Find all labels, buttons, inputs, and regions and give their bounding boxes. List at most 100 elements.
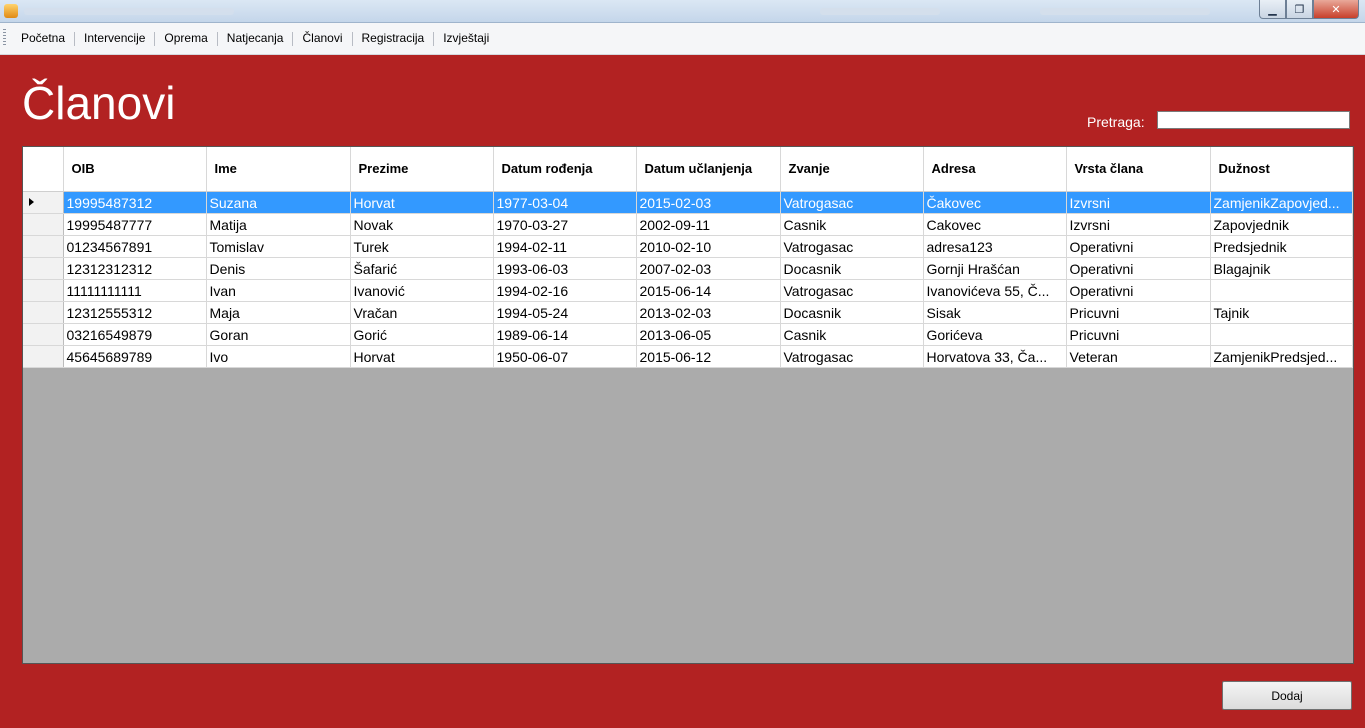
table-row[interactable]: 19995487312 Suzana Horvat 1977-03-04 2015-02… <box>23 191 1353 214</box>
table-cell[interactable]: Matija <box>206 213 351 236</box>
close-icon[interactable]: ✕ <box>1313 0 1359 19</box>
table-cell[interactable]: Izvrsni <box>1066 191 1211 214</box>
column-header-prezime[interactable]: Prezime <box>350 147 494 192</box>
menu-item-izvjestaji[interactable]: Izvještaji <box>434 23 498 54</box>
table-cell[interactable]: Izvrsni <box>1066 213 1211 236</box>
table-cell[interactable]: Suzana <box>206 191 351 214</box>
table-cell[interactable]: Pricuvni <box>1066 301 1211 324</box>
table-cell[interactable]: Horvatova 33, Ča... <box>923 345 1067 368</box>
members-grid[interactable]: OIB Ime Prezime Datum rođenja Datum učla… <box>22 146 1354 664</box>
table-cell[interactable]: adresa123 <box>923 235 1067 258</box>
table-row[interactable]: 11111111111 Ivan Ivanović 1994-02-16 2015-06… <box>23 279 1353 302</box>
column-header-adresa[interactable]: Adresa <box>923 147 1067 192</box>
table-cell[interactable] <box>1210 323 1353 346</box>
menu-item-clanovi[interactable]: Članovi <box>293 23 351 54</box>
table-cell[interactable]: Vatrogasac <box>780 191 924 214</box>
column-header-vrsta-clana[interactable]: Vrsta člana <box>1066 147 1211 192</box>
table-row[interactable]: 19995487777 Matija Novak 1970-03-27 2002-09-… <box>23 213 1353 236</box>
table-cell[interactable]: 01234567891 <box>63 235 207 258</box>
row-header-corner[interactable] <box>23 147 64 192</box>
table-cell[interactable]: Horvat <box>350 345 494 368</box>
table-cell[interactable]: Horvat <box>350 191 494 214</box>
column-header-ime[interactable]: Ime <box>206 147 351 192</box>
table-cell[interactable]: Operativni <box>1066 257 1211 280</box>
table-cell[interactable]: Čakovec <box>923 191 1067 214</box>
row-header[interactable] <box>23 257 64 280</box>
table-cell[interactable]: 2013-06-05 <box>636 323 781 346</box>
table-cell[interactable]: Operativni <box>1066 235 1211 258</box>
table-cell[interactable]: 12312555312 <box>63 301 207 324</box>
table-cell[interactable]: Vatrogasac <box>780 279 924 302</box>
row-header[interactable] <box>23 279 64 302</box>
table-cell[interactable] <box>1210 279 1353 302</box>
table-row[interactable]: 01234567891 Tomislav Turek 1994-02-11 2010-0… <box>23 235 1353 258</box>
table-cell[interactable]: Predsjednik <box>1210 235 1353 258</box>
table-cell[interactable]: Maja <box>206 301 351 324</box>
table-cell[interactable]: Novak <box>350 213 494 236</box>
table-cell[interactable]: 2010-02-10 <box>636 235 781 258</box>
table-cell[interactable]: ZamjenikPredsjed... <box>1210 345 1353 368</box>
table-cell[interactable]: 2015-06-12 <box>636 345 781 368</box>
menu-item-registracija[interactable]: Registracija <box>353 23 434 54</box>
table-cell[interactable]: Turek <box>350 235 494 258</box>
row-header[interactable] <box>23 213 64 236</box>
table-cell[interactable]: Vatrogasac <box>780 345 924 368</box>
column-header-duznost[interactable]: Dužnost <box>1210 147 1353 192</box>
table-cell[interactable]: Gornji Hrašćan <box>923 257 1067 280</box>
table-cell[interactable]: 03216549879 <box>63 323 207 346</box>
menu-item-oprema[interactable]: Oprema <box>155 23 216 54</box>
table-cell[interactable]: Denis <box>206 257 351 280</box>
table-cell[interactable]: 1994-02-11 <box>493 235 637 258</box>
table-cell[interactable]: 1993-06-03 <box>493 257 637 280</box>
minimize-icon[interactable]: ▁ <box>1259 0 1286 19</box>
table-cell[interactable]: Tajnik <box>1210 301 1353 324</box>
table-cell[interactable]: Casnik <box>780 213 924 236</box>
table-cell[interactable]: Goran <box>206 323 351 346</box>
table-cell[interactable]: 45645689789 <box>63 345 207 368</box>
table-cell[interactable]: Gorić <box>350 323 494 346</box>
table-cell[interactable]: Gorićeva <box>923 323 1067 346</box>
table-cell[interactable]: Docasnik <box>780 301 924 324</box>
table-cell[interactable]: Ivo <box>206 345 351 368</box>
table-cell[interactable]: Vatrogasac <box>780 235 924 258</box>
table-cell[interactable]: Zapovjednik <box>1210 213 1353 236</box>
table-cell[interactable]: Docasnik <box>780 257 924 280</box>
menu-item-pocetna[interactable]: Početna <box>12 23 74 54</box>
table-cell[interactable]: 2015-06-14 <box>636 279 781 302</box>
column-header-zvanje[interactable]: Zvanje <box>780 147 924 192</box>
table-cell[interactable]: ZamjenikZapovjed... <box>1210 191 1353 214</box>
search-input[interactable] <box>1157 111 1350 129</box>
add-button[interactable]: Dodaj <box>1222 681 1352 710</box>
table-cell[interactable]: Operativni <box>1066 279 1211 302</box>
table-cell[interactable]: Ivanović <box>350 279 494 302</box>
maximize-icon[interactable]: ❐ <box>1286 0 1313 19</box>
row-header[interactable] <box>23 191 64 214</box>
table-cell[interactable]: Cakovec <box>923 213 1067 236</box>
row-header[interactable] <box>23 235 64 258</box>
table-cell[interactable]: 2013-02-03 <box>636 301 781 324</box>
table-cell[interactable]: Pricuvni <box>1066 323 1211 346</box>
table-cell[interactable]: 1950-06-07 <box>493 345 637 368</box>
table-cell[interactable]: Ivanovićeva 55, Č... <box>923 279 1067 302</box>
row-header[interactable] <box>23 301 64 324</box>
table-cell[interactable]: 2015-02-03 <box>636 191 781 214</box>
table-cell[interactable]: 1994-02-16 <box>493 279 637 302</box>
table-cell[interactable]: 2002-09-11 <box>636 213 781 236</box>
table-cell[interactable]: 12312312312 <box>63 257 207 280</box>
table-row[interactable]: 45645689789 Ivo Horvat 1950-06-07 2015-06-12… <box>23 345 1353 368</box>
table-cell[interactable]: Veteran <box>1066 345 1211 368</box>
table-cell[interactable]: 1970-03-27 <box>493 213 637 236</box>
table-cell[interactable]: 11111111111 <box>63 279 207 302</box>
table-cell[interactable]: 19995487312 <box>63 191 207 214</box>
column-header-datum-uclanjenja[interactable]: Datum učlanjenja <box>636 147 781 192</box>
table-row[interactable]: 03216549879 Goran Gorić 1989-06-14 2013-06-0… <box>23 323 1353 346</box>
table-cell[interactable]: Ivan <box>206 279 351 302</box>
table-cell[interactable]: Sisak <box>923 301 1067 324</box>
menu-item-intervencije[interactable]: Intervencije <box>75 23 154 54</box>
table-cell[interactable]: Casnik <box>780 323 924 346</box>
table-cell[interactable]: Šafarić <box>350 257 494 280</box>
table-cell[interactable]: 1989-06-14 <box>493 323 637 346</box>
table-cell[interactable]: Tomislav <box>206 235 351 258</box>
table-cell[interactable]: 19995487777 <box>63 213 207 236</box>
table-cell[interactable]: 2007-02-03 <box>636 257 781 280</box>
